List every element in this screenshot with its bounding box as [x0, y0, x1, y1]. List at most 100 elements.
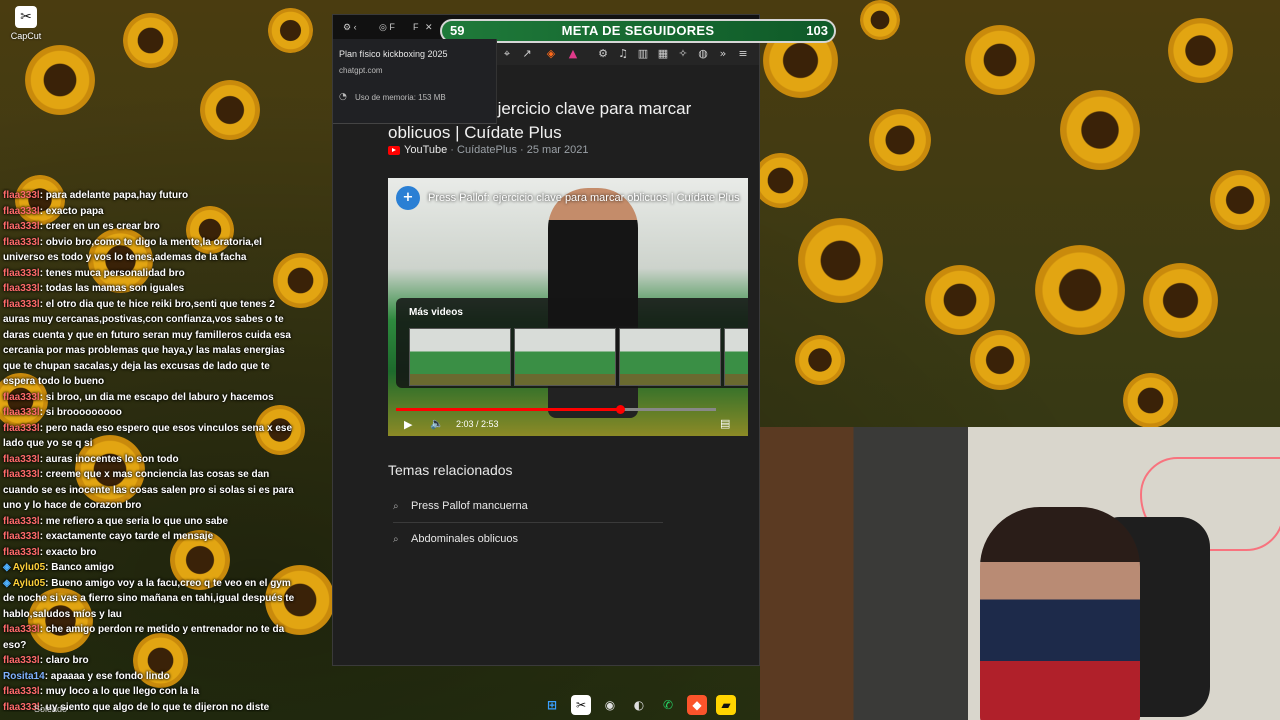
sunflower	[860, 0, 900, 40]
tab-active[interactable]: ◎ F	[379, 18, 395, 36]
chat-text: : el otro dia que te hice reiki bro,sent…	[3, 298, 291, 388]
capcut-desktop-icon[interactable]: ✂ CapCut	[8, 6, 44, 41]
video-thumbnail[interactable]	[409, 328, 511, 386]
chat-username[interactable]: flaa333l	[3, 283, 40, 294]
chat-message: flaa333l: me refiero a que seria lo que …	[0, 514, 302, 530]
channel-logo-icon[interactable]: +	[396, 186, 420, 210]
hover-card-title: Plan físico kickboxing 2025	[339, 49, 448, 59]
chat-username[interactable]: flaa333l	[3, 268, 40, 279]
chat-message: flaa333l: claro bro	[0, 653, 302, 669]
sunflower	[200, 80, 260, 140]
sunflower	[970, 330, 1030, 390]
chat-message: Rosita14: apaaaa y ese fondo lindo	[0, 669, 302, 685]
chat-text: : para adelante papa,hay futuro	[39, 190, 189, 201]
chat-username[interactable]: flaa333l	[3, 299, 40, 310]
chat-username[interactable]: flaa333l	[3, 407, 40, 418]
youtube-icon	[388, 145, 400, 155]
hover-card-domain: chatgpt.com	[339, 66, 383, 75]
video-thumbnail[interactable]	[724, 328, 748, 386]
wallet-icon[interactable]: ▦	[655, 46, 671, 62]
chat-message: flaa333l: creeme que x mas conciencia la…	[0, 467, 302, 514]
subtitles-icon[interactable]: ▤	[720, 417, 730, 430]
chat-username[interactable]: Aylu05	[13, 562, 45, 573]
chat-username[interactable]: flaa333l	[3, 423, 40, 434]
notes-icon[interactable]: ▰	[716, 695, 736, 715]
video-progress-bar[interactable]	[396, 405, 716, 414]
browser-taskbar-icon[interactable]: ◐	[629, 695, 649, 715]
video-thumbnail[interactable]	[619, 328, 721, 386]
chat-text: : creer en un es crear bro	[39, 221, 160, 232]
video-controls: ▶ 🔈 2:03 / 2:53 ▤	[388, 414, 748, 436]
chat-username[interactable]: Aylu05	[13, 578, 45, 589]
whatsapp-icon[interactable]: ✆	[658, 695, 678, 715]
chat-text: : auras inocentes lo son todo	[39, 453, 179, 465]
vpn-icon[interactable]: ◍	[695, 46, 711, 62]
chat-text: : che amigo perdon re metido y entrenado…	[3, 624, 285, 651]
chat-text: : claro bro	[39, 655, 89, 666]
extensions-icon[interactable]: ⚙	[595, 46, 611, 62]
chat-username[interactable]: flaa333l	[3, 531, 40, 542]
chat-username[interactable]: flaa333l	[3, 190, 40, 201]
share-icon[interactable]: ↗	[519, 46, 535, 62]
obs-icon[interactable]: ◉	[600, 695, 620, 715]
chat-text: : creeme que x mas conciencia las cosas …	[3, 469, 294, 511]
brave-icon[interactable]: ◆	[687, 695, 707, 715]
sunflower	[965, 25, 1035, 95]
chat-text: : exactamente cayo tarde el mensaje	[39, 531, 214, 542]
related-item[interactable]: ⌕ Press Pallof mancuerna	[393, 490, 663, 523]
sunflower	[797, 217, 883, 303]
rewards-icon[interactable]: ▲	[565, 46, 581, 62]
settings-icon[interactable]: ⚙ ‹	[343, 18, 357, 36]
menu-icon[interactable]: ≡	[735, 46, 751, 62]
chat-username[interactable]: flaa333l	[3, 206, 40, 217]
chat-message: flaa333l: el otro dia que te hice reiki …	[0, 297, 302, 390]
chat-username[interactable]: flaa333l	[3, 221, 40, 232]
chat-username[interactable]: flaa333l	[3, 655, 40, 666]
sidebar-icon[interactable]: ▥	[635, 46, 651, 62]
related-item-label: Abdominales oblicuos	[411, 533, 519, 545]
weather-status: Soleado	[34, 704, 68, 714]
play-icon[interactable]: ▶	[404, 418, 412, 431]
goal-label: META DE SEGUIDORES	[561, 23, 715, 38]
chat-username[interactable]: flaa333l	[3, 624, 40, 635]
chat-text: : obvio bro,como te digo la mente,la ora…	[3, 236, 262, 264]
capcut-icon: ✂	[15, 6, 37, 28]
chat-text: : muy loco a lo que llego con la la	[39, 686, 200, 697]
chat-username[interactable]: flaa333l	[3, 516, 40, 527]
chat-username[interactable]: flaa333l	[3, 469, 40, 480]
overflow-icon[interactable]: »	[715, 46, 731, 62]
chat-text: : todas las mamas son iguales	[39, 283, 185, 294]
leo-icon[interactable]: ✧	[675, 46, 691, 62]
windows-start-icon[interactable]: ⊞	[542, 695, 562, 715]
chat-message: flaa333l: exacto bro	[0, 545, 302, 561]
sunflower	[122, 12, 178, 68]
chat-username[interactable]: flaa333l	[3, 454, 40, 465]
result-date: 25 mar 2021	[526, 144, 589, 156]
video-title[interactable]: Press Pallof: ejercicio clave para marca…	[428, 192, 740, 204]
video-thumbnail[interactable]	[514, 328, 616, 386]
related-item[interactable]: ⌕ Abdominales oblicuos	[393, 523, 663, 555]
chat-username[interactable]: flaa333l	[3, 237, 40, 248]
video-player[interactable]: + Press Pallof: ejercicio clave para mar…	[388, 178, 748, 436]
location-icon[interactable]: ⌖	[499, 46, 515, 62]
page-content: Press Pallof: ejercicio clave para marca…	[333, 65, 759, 665]
tab-hover-card: Plan físico kickboxing 2025 chatgpt.com …	[333, 39, 497, 124]
sunflower	[25, 45, 95, 115]
chat-message: flaa333l: muy loco a lo que llego con la…	[0, 684, 302, 700]
chat-username[interactable]: flaa333l	[3, 686, 40, 697]
volume-icon[interactable]: 🔈	[430, 417, 444, 430]
tab-second[interactable]: F	[413, 18, 419, 36]
search-icon: ⌕	[393, 501, 399, 512]
chat-username[interactable]: flaa333l	[3, 547, 40, 558]
chat-message: flaa333l: auras inocentes lo son todo	[0, 452, 302, 468]
capcut-taskbar-icon[interactable]: ✂	[571, 695, 591, 715]
progress-knob[interactable]	[616, 405, 625, 414]
sunflower	[795, 335, 845, 385]
brave-shield-icon[interactable]: ◈	[543, 46, 559, 62]
chat-username[interactable]: Rosita14	[3, 671, 45, 682]
chat-message: flaa333l: exactamente cayo tarde el mens…	[0, 529, 302, 545]
chat-username[interactable]: flaa333l	[3, 392, 40, 403]
close-tab-icon[interactable]: ✕	[425, 18, 433, 36]
sunflower	[1060, 90, 1140, 170]
music-icon[interactable]: ♫	[615, 46, 631, 62]
